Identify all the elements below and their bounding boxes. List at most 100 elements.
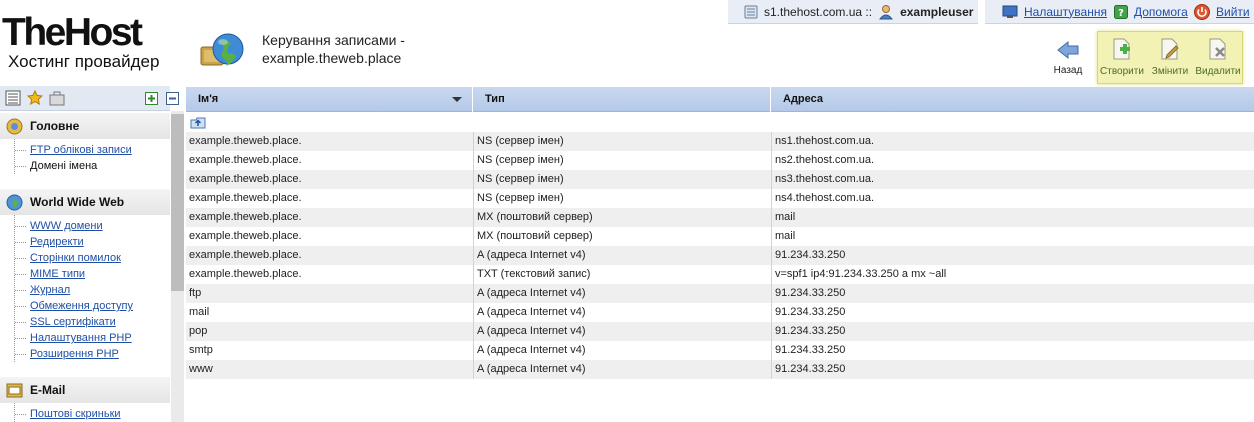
cell-name: smtp [189, 344, 213, 356]
table-row[interactable]: smtp A (адреса Internet v4) 91.234.33.250 [186, 341, 1254, 360]
sidebar-item-label[interactable]: Домені імена [30, 160, 97, 172]
column-header-type[interactable]: Тип [473, 87, 771, 112]
plus-icon[interactable] [145, 92, 158, 105]
up-folder-icon[interactable] [190, 115, 206, 129]
delete-button[interactable]: Видалити [1195, 37, 1241, 83]
sidebar-item-label[interactable]: SSL сертифікати [30, 316, 116, 328]
sidebar-section-header[interactable]: Головне [0, 113, 170, 139]
power-icon [1194, 3, 1210, 20]
cell-name: mail [189, 306, 210, 318]
create-button[interactable]: Створити [1099, 37, 1145, 83]
sidebar-item-label[interactable]: WWW домени [30, 220, 103, 232]
help-link[interactable]: ? Допомога [1114, 0, 1188, 23]
cell-address: 91.234.33.250 [771, 341, 1241, 360]
cell-name: example.theweb.place. [189, 135, 302, 147]
sidebar-item-mime-types[interactable]: MIME типи [15, 266, 170, 282]
sidebar-item-php-settings[interactable]: Налаштування PHP [15, 330, 170, 346]
table-row[interactable]: example.theweb.place. NS (сервер імен) ns3… [186, 170, 1254, 189]
table-row[interactable]: www A (адреса Internet v4) 91.234.33.250 [186, 360, 1254, 379]
sidebar-item-label[interactable]: Обмеження доступу [30, 300, 133, 312]
cell-address: 91.234.33.250 [771, 303, 1241, 322]
cell-type: TXT (текстовий запис) [473, 265, 769, 284]
sidebar-item-label[interactable]: FTP облікові записи [30, 144, 132, 156]
logout-link-label[interactable]: Вийти [1216, 5, 1250, 19]
brand-logo: TheHost Хостинг провайдер [2, 11, 187, 74]
table-row[interactable]: example.theweb.place. NS (сервер імен) ns1… [186, 132, 1254, 151]
sidebar-item-www-domains[interactable]: WWW домени [15, 218, 170, 234]
help-link-label[interactable]: Допомога [1134, 5, 1188, 19]
scrollbar-thumb[interactable] [171, 114, 184, 291]
sidebar-section-header[interactable]: E-Mail [0, 377, 170, 403]
sidebar-item-label[interactable]: Журнал [30, 284, 70, 296]
column-header-label: Тип [485, 93, 505, 105]
create-doc-icon [1113, 38, 1130, 60]
sidebar-section-header[interactable]: World Wide Web [0, 189, 170, 215]
sidebar-item-label[interactable]: Розширення PHP [30, 348, 119, 360]
cell-type: MX (поштовий сервер) [473, 227, 769, 246]
table-row[interactable]: example.theweb.place. MX (поштовий сервер… [186, 208, 1254, 227]
cell-name: pop [189, 325, 208, 337]
table-row[interactable]: pop A (адреса Internet v4) 91.234.33.250 [186, 322, 1254, 341]
cell-type: NS (сервер імен) [473, 189, 769, 208]
table-row[interactable]: example.theweb.place. MX (поштовий сервер… [186, 227, 1254, 246]
globe-icon [6, 194, 23, 210]
page-title-line2: example.theweb.place [262, 50, 402, 66]
table-row[interactable]: example.theweb.place. NS (сервер імен) ns2… [186, 151, 1254, 170]
sidebar-section-title: World Wide Web [30, 195, 125, 209]
sidebar-item-redirects[interactable]: Редиректи [15, 234, 170, 250]
cell-name: example.theweb.place. [189, 249, 302, 261]
cell-type: A (адреса Internet v4) [473, 246, 769, 265]
sidebar-item-error-pages[interactable]: Сторінки помилок [15, 250, 170, 266]
cell-address: ns3.thehost.com.ua. [771, 170, 1241, 189]
cell-type: A (адреса Internet v4) [473, 322, 769, 341]
cell-name: example.theweb.place. [189, 268, 302, 280]
logout-link[interactable]: Вийти [1194, 0, 1250, 23]
minus-icon[interactable] [166, 92, 179, 105]
sidebar-item-php-extensions[interactable]: Розширення PHP [15, 346, 170, 362]
settings-link[interactable]: Налаштування [1002, 0, 1107, 23]
back-button[interactable]: Назад [1048, 40, 1088, 76]
sidebar-item-log[interactable]: Журнал [15, 282, 170, 298]
star-icon[interactable] [27, 90, 43, 106]
table-header: Ім'я Тип Адреса [186, 87, 1254, 112]
cell-name: example.theweb.place. [189, 211, 302, 223]
edit-button[interactable]: Змінити [1147, 37, 1193, 83]
sidebar-item-label[interactable]: Налаштування PHP [30, 332, 132, 344]
list-view-icon[interactable] [5, 90, 21, 106]
cell-address: 91.234.33.250 [771, 284, 1241, 303]
cell-name: ftp [189, 287, 202, 299]
table-row[interactable]: example.theweb.place. NS (сервер імен) ns4… [186, 189, 1254, 208]
user-icon [879, 4, 894, 19]
brand-name: TheHost [2, 11, 143, 54]
sidebar-item-label[interactable]: Редиректи [30, 236, 84, 248]
sidebar-item-access-limits[interactable]: Обмеження доступу [15, 298, 170, 314]
sidebar-scrollbar[interactable] [171, 111, 184, 422]
sidebar-item-ssl[interactable]: SSL сертифікати [15, 314, 170, 330]
sidebar-item-ftp[interactable]: FTP облікові записи [15, 142, 170, 158]
home-icon [6, 118, 23, 134]
column-header-address[interactable]: Адреса [771, 87, 1254, 112]
table-row[interactable]: example.theweb.place. A (адреса Internet … [186, 246, 1254, 265]
mail-icon [6, 383, 23, 397]
table-row[interactable]: ftp A (адреса Internet v4) 91.234.33.250 [186, 284, 1254, 303]
table-row[interactable]: mail A (адреса Internet v4) 91.234.33.250 [186, 303, 1254, 322]
help-icon: ? [1114, 4, 1128, 19]
create-button-label: Створити [1100, 66, 1144, 77]
sidebar-item-domains[interactable]: Домені імена [15, 158, 170, 174]
cell-type: MX (поштовий сервер) [473, 208, 769, 227]
settings-link-label[interactable]: Налаштування [1024, 5, 1107, 19]
cell-name: example.theweb.place. [189, 173, 302, 185]
sidebar-toolbar [0, 86, 179, 111]
briefcase-icon[interactable] [49, 90, 65, 106]
sidebar-item-label[interactable]: MIME типи [30, 268, 85, 280]
sidebar-item-mailboxes[interactable]: Поштові скриньки [15, 406, 170, 422]
table-row[interactable]: example.theweb.place. TXT (текстовий запи… [186, 265, 1254, 284]
sidebar-item-label[interactable]: Поштові скриньки [30, 408, 121, 420]
up-level-row[interactable] [186, 112, 1254, 132]
cell-type: NS (сервер імен) [473, 170, 769, 189]
cell-name: example.theweb.place. [189, 154, 302, 166]
username: exampleuser [900, 4, 974, 19]
sidebar: Головне FTP облікові записи Домені імена… [0, 86, 179, 422]
sidebar-item-label[interactable]: Сторінки помилок [30, 252, 121, 264]
column-header-name[interactable]: Ім'я [186, 87, 473, 112]
